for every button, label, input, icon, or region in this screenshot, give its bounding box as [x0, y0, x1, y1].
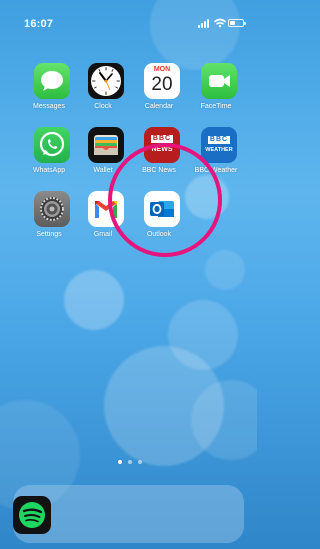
- app-messages[interactable]: Messages: [19, 63, 79, 119]
- status-icons: [198, 18, 248, 30]
- battery-icon: [228, 19, 246, 27]
- page-dot: [128, 460, 132, 464]
- app-settings[interactable]: Settings: [19, 191, 79, 247]
- page-indicator[interactable]: [118, 460, 148, 468]
- calendar-icon: MON 20: [144, 63, 180, 99]
- dock: [13, 485, 244, 543]
- page-dot: [138, 460, 142, 464]
- bbc-weather-icon: BBC WEATHER: [201, 127, 237, 163]
- home-screen: 16:07 Messages Clock MON 20 Calendar Fac…: [0, 0, 257, 549]
- wallpaper-bokeh: [205, 250, 245, 290]
- app-whatsapp[interactable]: WhatsApp: [19, 127, 79, 183]
- wallet-icon: [88, 127, 124, 163]
- page-dot-active: [118, 460, 122, 464]
- wallpaper-bokeh: [64, 270, 124, 330]
- status-bar: 16:07: [0, 0, 257, 40]
- cellular-signal-icon: [198, 18, 212, 28]
- bbc-logo: BBC: [208, 136, 230, 144]
- status-time: 16:07: [24, 18, 54, 30]
- app-calendar[interactable]: MON 20 Calendar: [129, 63, 189, 119]
- spotify-icon[interactable]: [13, 496, 51, 534]
- messages-icon: [34, 63, 70, 99]
- wifi-icon: [214, 18, 226, 28]
- whatsapp-icon: [34, 127, 70, 163]
- app-label: FaceTime: [200, 103, 232, 110]
- facetime-icon: [201, 63, 237, 99]
- bbc-weather-subtitle: WEATHER: [205, 147, 233, 153]
- calendar-day: 20: [151, 74, 173, 95]
- app-clock[interactable]: Clock: [73, 63, 133, 119]
- highlight-circle: [108, 143, 222, 257]
- calendar-month: MON: [153, 66, 171, 73]
- clock-icon: [88, 63, 124, 99]
- app-facetime[interactable]: FaceTime: [186, 63, 246, 119]
- bbc-logo: BBC: [151, 135, 173, 143]
- settings-icon: [34, 191, 70, 227]
